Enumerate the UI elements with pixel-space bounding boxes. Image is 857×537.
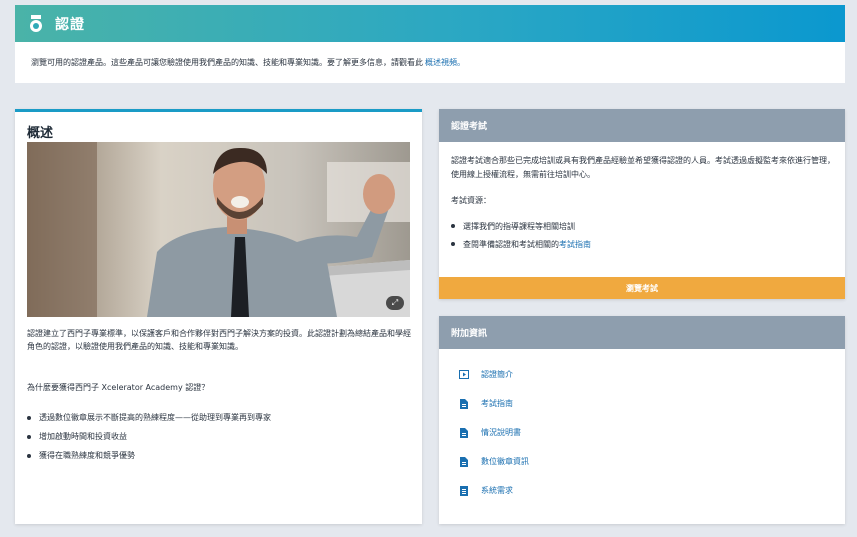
overview-image: ⤢	[27, 142, 410, 317]
info-item-digital-badge[interactable]: 數位徽章資訊	[459, 447, 529, 476]
intro-bar: 瀏覽可用的認證產品。這些產品可讓您驗證使用我們產品的知識、技能和專業知識。要了解…	[15, 42, 845, 83]
list-item: 選擇我們的指導課程等相關培訓	[451, 217, 591, 235]
list-item: 獲得在職熟練度和競爭優勢	[27, 446, 271, 465]
list-item: 增加啟動時間和投資收益	[27, 427, 271, 446]
document-icon	[459, 427, 469, 438]
info-item-exam-guide[interactable]: 考試指南	[459, 389, 529, 418]
overview-video-link[interactable]: 概述視頻。	[425, 57, 465, 68]
exam-card-header: 認證考試	[439, 109, 845, 142]
exam-guide-link[interactable]: 考試指南	[559, 239, 591, 250]
medal-icon	[30, 14, 42, 32]
overview-description: 認證建立了西門子專業標準，以保護客戶和合作夥伴對西門子解決方案的投資。此認證計劃…	[27, 329, 411, 351]
overview-heading: 概述	[27, 126, 54, 141]
list-icon	[459, 485, 469, 496]
info-item-fact-sheet[interactable]: 情況說明書	[459, 418, 529, 447]
intro-text: 瀏覽可用的認證產品。這些產品可讓您驗證使用我們產品的知識、技能和專業知識。要了解…	[31, 58, 423, 67]
exam-card: 認證考試 認證考試適合那些已完成培訓或具有我們產品經驗並希望獲得認證的人員。考試…	[439, 109, 845, 299]
page-header-banner: 認證	[15, 5, 845, 42]
document-icon	[459, 398, 469, 409]
exam-description: 認證考試適合那些已完成培訓或具有我們產品經驗並希望獲得認證的人員。考試透過虛擬監…	[451, 156, 835, 179]
exam-resources-heading: 考試資源：	[451, 196, 491, 205]
video-icon	[459, 370, 469, 380]
why-certify-heading: 為什麼要獲得西門子 Xcelerator Academy 認證？	[27, 383, 210, 392]
benefits-list: 透過數位徽章展示不斷提高的熟練程度——從助理到專業再到專家 增加啟動時間和投資收…	[27, 408, 271, 465]
page-title: 認證	[55, 16, 85, 33]
additional-info-header: 附加資訊	[439, 316, 845, 349]
exam-resources-list: 選擇我們的指導課程等相關培訓 查閱準備認證和考試相關的 考試指南	[451, 217, 591, 253]
overview-card: 概述 ⤢ 認證建立了西門子專業標準，以保護客戶和合作夥伴對西門子解決方案的投資。…	[15, 109, 422, 524]
info-item-intro[interactable]: 認證簡介	[459, 360, 529, 389]
additional-info-list: 認證簡介 考試指南 情況說明書 數位徽章資訊 系統需求	[459, 360, 529, 505]
list-item: 透過數位徽章展示不斷提高的熟練程度——從助理到專業再到專家	[27, 408, 271, 427]
additional-info-card: 附加資訊 認證簡介 考試指南 情況說明書 數位徽章資訊 系統需求	[439, 316, 845, 524]
expand-icon[interactable]: ⤢	[386, 296, 404, 310]
browse-exams-button[interactable]: 瀏覽考試	[439, 277, 845, 299]
info-item-system-requirements[interactable]: 系統需求	[459, 476, 529, 505]
document-icon	[459, 456, 469, 467]
list-item: 查閱準備認證和考試相關的 考試指南	[451, 235, 591, 253]
